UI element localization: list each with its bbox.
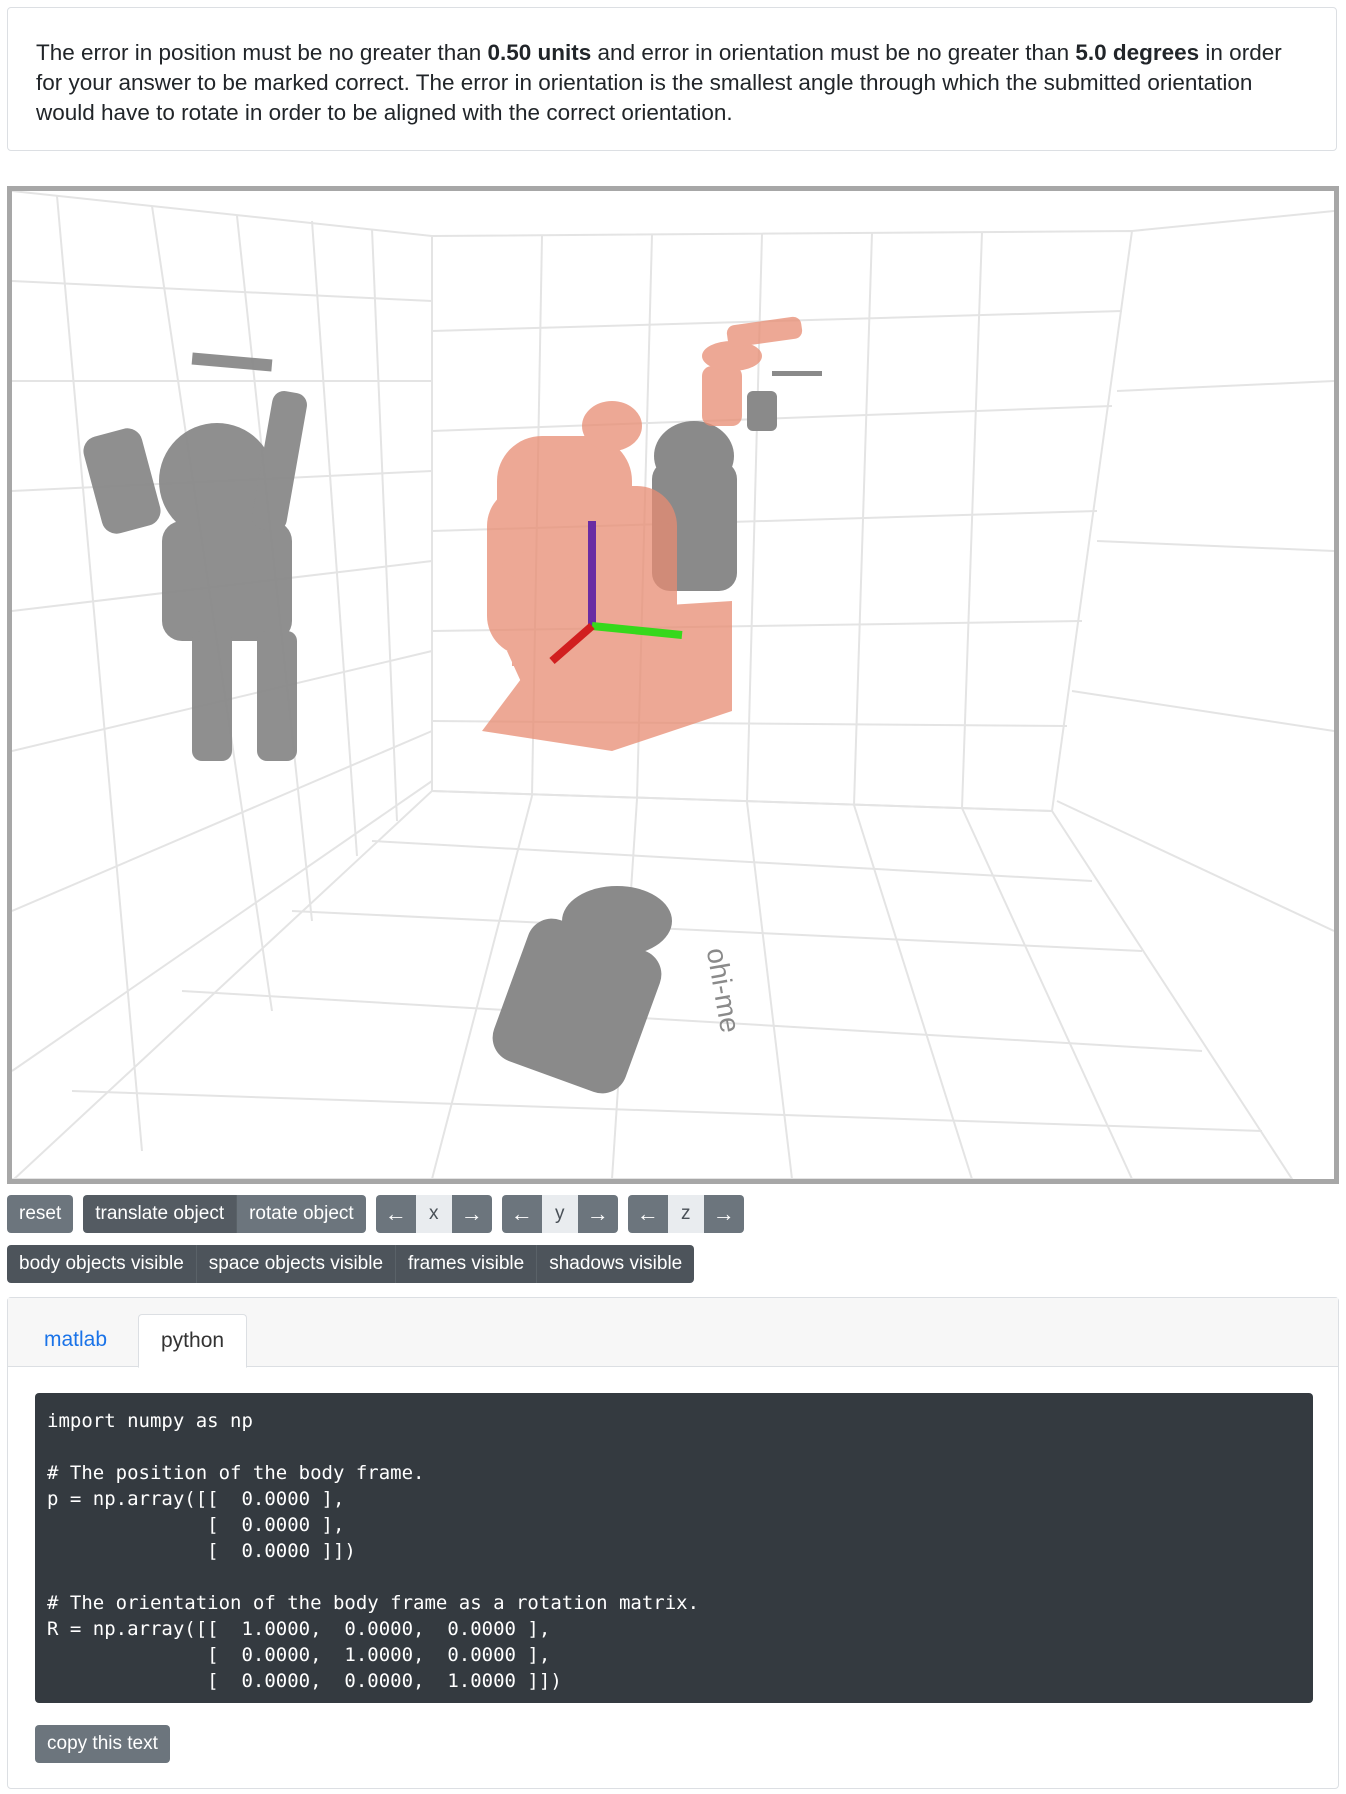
info-text-2: and error in orientation must be no grea… bbox=[591, 40, 1076, 65]
left-shadow bbox=[83, 352, 307, 761]
z-right-arrow-icon[interactable]: → bbox=[703, 1195, 744, 1233]
y-axis-stepper: ← y → bbox=[501, 1195, 618, 1233]
z-axis-label: z bbox=[667, 1195, 704, 1233]
body-objects-visible-button[interactable]: body objects visible bbox=[7, 1245, 196, 1283]
reset-button[interactable]: reset bbox=[7, 1195, 74, 1233]
3d-viewer[interactable]: ohi-me bbox=[7, 186, 1339, 1184]
transform-controls: reset translate object rotate object ← x… bbox=[7, 1195, 744, 1233]
space-objects-visible-button[interactable]: space objects visible bbox=[195, 1245, 396, 1283]
frames-visible-button[interactable]: frames visible bbox=[395, 1245, 537, 1283]
shadows-visible-button[interactable]: shadows visible bbox=[536, 1245, 695, 1283]
rotate-object-button[interactable]: rotate object bbox=[236, 1195, 366, 1233]
x-axis-label: x bbox=[415, 1195, 452, 1233]
translate-object-button[interactable]: translate object bbox=[83, 1195, 237, 1233]
info-text-1: The error in position must be no greater… bbox=[36, 40, 488, 65]
tab-python[interactable]: python bbox=[138, 1314, 248, 1368]
position-threshold: 0.50 units bbox=[487, 40, 592, 65]
3d-scene[interactable]: ohi-me bbox=[12, 191, 1334, 1179]
y-right-arrow-icon[interactable]: → bbox=[577, 1195, 618, 1233]
tab-matlab[interactable]: matlab bbox=[22, 1314, 129, 1368]
x-right-arrow-icon[interactable]: → bbox=[451, 1195, 492, 1233]
y-axis-label: y bbox=[541, 1195, 578, 1233]
visibility-controls: body objects visible space objects visib… bbox=[7, 1245, 695, 1283]
language-tabs: matlab python bbox=[8, 1298, 1338, 1368]
code-panel: matlab python import numpy as np # The p… bbox=[7, 1297, 1339, 1789]
floor-shadow: ohi-me bbox=[492, 886, 746, 1094]
grading-info-card: The error in position must be no greater… bbox=[7, 7, 1337, 151]
copy-text-button[interactable]: copy this text bbox=[35, 1725, 170, 1763]
x-left-arrow-icon[interactable]: ← bbox=[375, 1195, 416, 1233]
mode-toggle: translate object rotate object bbox=[83, 1195, 366, 1233]
z-left-arrow-icon[interactable]: ← bbox=[627, 1195, 668, 1233]
x-axis-stepper: ← x → bbox=[375, 1195, 492, 1233]
code-block: import numpy as np # The position of the… bbox=[35, 1393, 1313, 1703]
y-left-arrow-icon[interactable]: ← bbox=[501, 1195, 542, 1233]
z-axis-stepper: ← z → bbox=[627, 1195, 744, 1233]
visibility-toggles: body objects visible space objects visib… bbox=[7, 1245, 695, 1283]
orientation-threshold: 5.0 degrees bbox=[1075, 40, 1200, 65]
